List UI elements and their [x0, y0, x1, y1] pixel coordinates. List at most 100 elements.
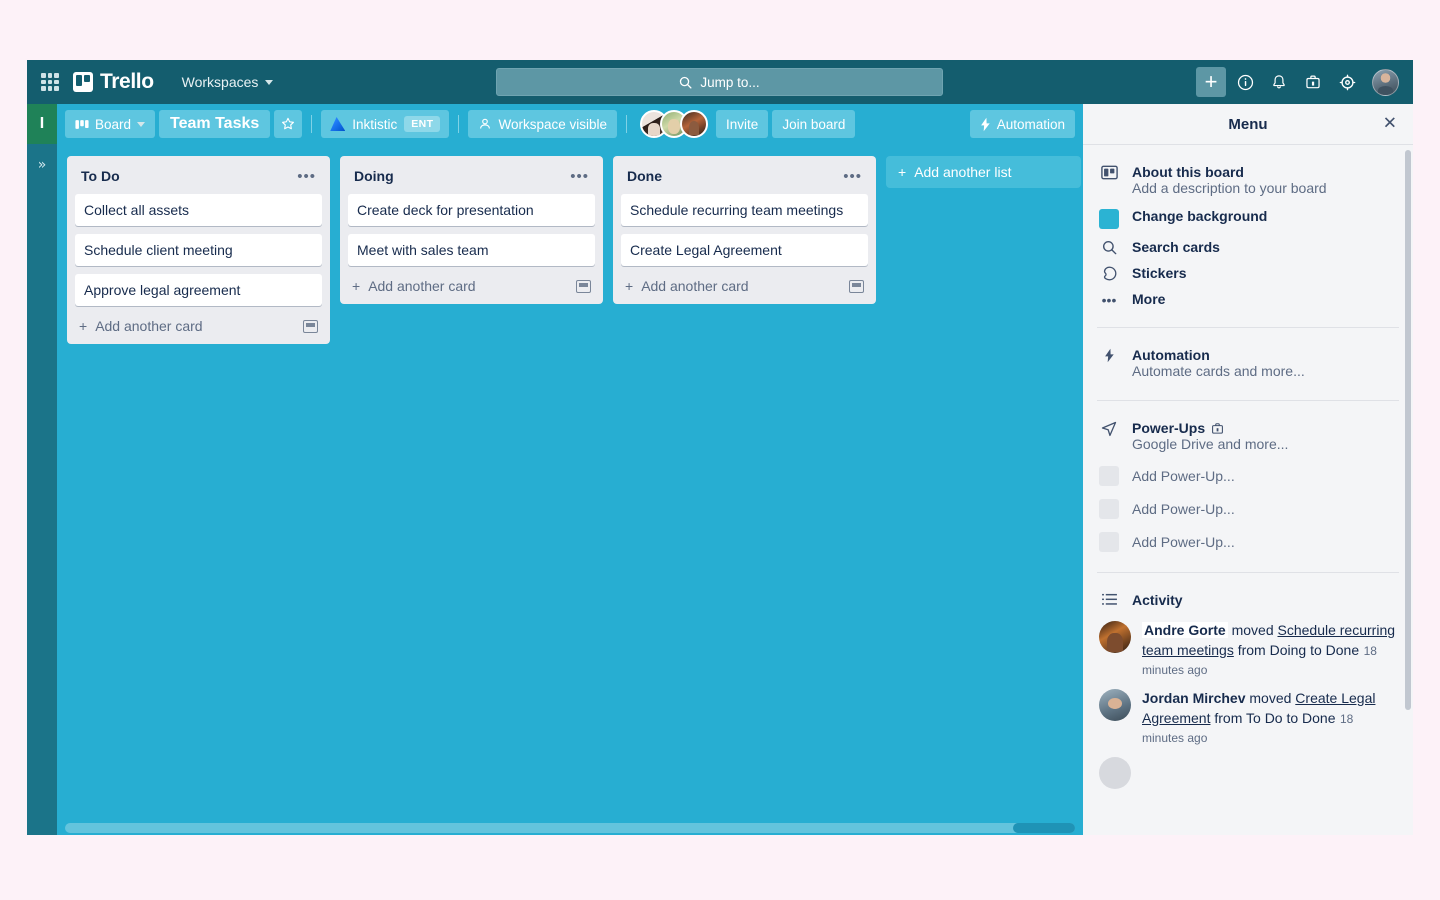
- board-view-label: Board: [95, 116, 132, 132]
- menu-item-stickers[interactable]: Stickers: [1097, 260, 1399, 286]
- board-area: I » Board Team Tasks Inktistic ENT Works…: [27, 104, 1413, 835]
- board-horizontal-scrollbar[interactable]: [65, 823, 1075, 833]
- menu-item-subtitle: Google Drive and more...: [1132, 436, 1289, 452]
- more-dots-icon: •••: [1101, 292, 1117, 308]
- menu-item-add-power-up[interactable]: Add Power-Up...: [1097, 525, 1399, 558]
- list-actions-icon[interactable]: •••: [843, 169, 862, 184]
- search-icon: [680, 76, 692, 89]
- workspace-name: Inktistic: [352, 116, 398, 132]
- list-actions-icon[interactable]: •••: [570, 169, 589, 184]
- info-button[interactable]: [1230, 67, 1260, 97]
- join-board-button[interactable]: Join board: [772, 110, 856, 138]
- list-header: To Do •••: [75, 164, 322, 194]
- search-icon: [1099, 240, 1119, 255]
- list-actions-icon[interactable]: •••: [297, 169, 316, 184]
- card-template-icon[interactable]: [303, 319, 318, 333]
- sticker-icon: [1099, 266, 1119, 281]
- menu-item-title: About this board: [1132, 164, 1244, 180]
- card-template-icon[interactable]: [849, 279, 864, 293]
- activity-user[interactable]: Jordan Mirchev: [1142, 690, 1245, 706]
- menu-item-add-power-up[interactable]: Add Power-Up...: [1097, 459, 1399, 492]
- menu-item-add-power-up[interactable]: Add Power-Up...: [1097, 492, 1399, 525]
- menu-item-change-background[interactable]: Change background: [1097, 203, 1399, 234]
- add-card-row[interactable]: + Add another card: [348, 274, 595, 296]
- settings-button[interactable]: [1332, 67, 1362, 97]
- chevron-down-icon: [265, 79, 274, 85]
- menu-item-power-ups[interactable]: Power-Ups Google Drive and more...: [1097, 415, 1399, 459]
- menu-item-more[interactable]: ••• More: [1097, 286, 1399, 313]
- briefcase-icon: [1306, 75, 1320, 89]
- expand-sidebar-icon[interactable]: »: [38, 157, 47, 173]
- workspace-sidebar-collapsed: I »: [27, 104, 57, 835]
- bell-icon: [1273, 74, 1285, 88]
- member-avatar-3[interactable]: [680, 110, 709, 138]
- menu-item-subtitle: Automate cards and more...: [1132, 363, 1305, 379]
- info-circle-icon: [1237, 74, 1253, 90]
- brand-name: Trello: [100, 70, 154, 93]
- power-up-placeholder-icon: [1099, 466, 1119, 486]
- menu-item-about-this-board[interactable]: About this board Add a description to yo…: [1097, 159, 1399, 203]
- atlassian-logo-icon: [330, 117, 346, 131]
- trello-home-link[interactable]: Trello: [73, 70, 154, 94]
- add-another-list-button[interactable]: + Add another list: [886, 156, 1081, 188]
- menu-item-subtitle: Add a description to your board: [1132, 180, 1327, 196]
- chevron-down-icon: [137, 121, 146, 127]
- list-header: Done •••: [621, 164, 868, 194]
- activity-entry: Andre Gorte moved Schedule recurring tea…: [1097, 613, 1399, 681]
- invite-button[interactable]: Invite: [716, 110, 769, 138]
- automation-button[interactable]: Automation: [969, 110, 1075, 138]
- visibility-button[interactable]: Workspace visible: [468, 110, 618, 138]
- lightning-bolt-icon: [980, 117, 990, 131]
- close-icon[interactable]: ✕: [1383, 115, 1397, 133]
- power-up-placeholder-icon: [1099, 499, 1119, 519]
- activity-verb: moved: [1249, 689, 1292, 706]
- workspaces-menu[interactable]: Workspaces: [174, 69, 282, 95]
- board-title[interactable]: Team Tasks: [159, 110, 271, 138]
- user-avatar[interactable]: [1372, 68, 1399, 96]
- plus-icon: +: [79, 318, 88, 334]
- apps-suitcase-button[interactable]: [1298, 67, 1328, 97]
- grid-apps-icon[interactable]: [41, 73, 59, 91]
- add-card-row[interactable]: + Add another card: [621, 274, 868, 296]
- board-main: Board Team Tasks Inktistic ENT Workspace…: [57, 104, 1083, 835]
- board-view-switcher[interactable]: Board: [65, 110, 156, 138]
- activity-entry-partial: [1097, 749, 1399, 791]
- menu-item-title: More: [1132, 291, 1166, 307]
- board-header: Board Team Tasks Inktistic ENT Workspace…: [57, 104, 1083, 144]
- add-card-label: Add another card: [641, 278, 749, 294]
- menu-item-title: Power-Ups: [1132, 420, 1288, 436]
- menu-section-automation: Automation Automate cards and more...: [1097, 328, 1399, 400]
- workspace-logo[interactable]: I: [27, 104, 57, 144]
- card-template-icon[interactable]: [576, 279, 591, 293]
- divider: [626, 115, 628, 133]
- workspace-visible-icon: [480, 118, 491, 129]
- star-board-button[interactable]: [274, 110, 303, 138]
- menu-scrollbar[interactable]: [1405, 150, 1411, 710]
- activity-user[interactable]: Andre Gorte: [1142, 622, 1228, 638]
- power-ups-label: Power-Ups: [1132, 420, 1206, 436]
- jordan-mirchev-avatar[interactable]: [1099, 688, 1131, 721]
- search-input[interactable]: Jump to...: [496, 68, 943, 96]
- list-title: To Do: [81, 168, 120, 184]
- card[interactable]: Create Legal Agreement: [621, 234, 868, 266]
- board-view-icon: [75, 119, 89, 129]
- add-card-row[interactable]: + Add another card: [75, 314, 322, 336]
- card[interactable]: Schedule client meeting: [75, 234, 322, 266]
- menu-item-title: Automation: [1132, 347, 1210, 363]
- card[interactable]: Approve legal agreement: [75, 274, 322, 306]
- add-power-up-label: Add Power-Up...: [1132, 500, 1235, 517]
- create-button[interactable]: +: [1196, 67, 1226, 97]
- board-menu-sidebar: Menu ✕ About this board Add a descriptio…: [1083, 104, 1413, 835]
- card[interactable]: Schedule recurring team meetings: [621, 194, 868, 226]
- activity-verb: moved: [1231, 622, 1274, 638]
- card[interactable]: Collect all assets: [75, 194, 322, 226]
- andre-gorte-avatar[interactable]: [1099, 621, 1131, 653]
- workspace-chip[interactable]: Inktistic ENT: [321, 110, 450, 138]
- card[interactable]: Meet with sales team: [348, 234, 595, 266]
- star-icon: [282, 117, 295, 130]
- notifications-button[interactable]: [1264, 67, 1294, 97]
- menu-item-automation[interactable]: Automation Automate cards and more...: [1097, 342, 1399, 386]
- menu-item-search-cards[interactable]: Search cards: [1097, 234, 1399, 260]
- card[interactable]: Create deck for presentation: [348, 194, 595, 226]
- activity-avatar[interactable]: [1099, 756, 1131, 789]
